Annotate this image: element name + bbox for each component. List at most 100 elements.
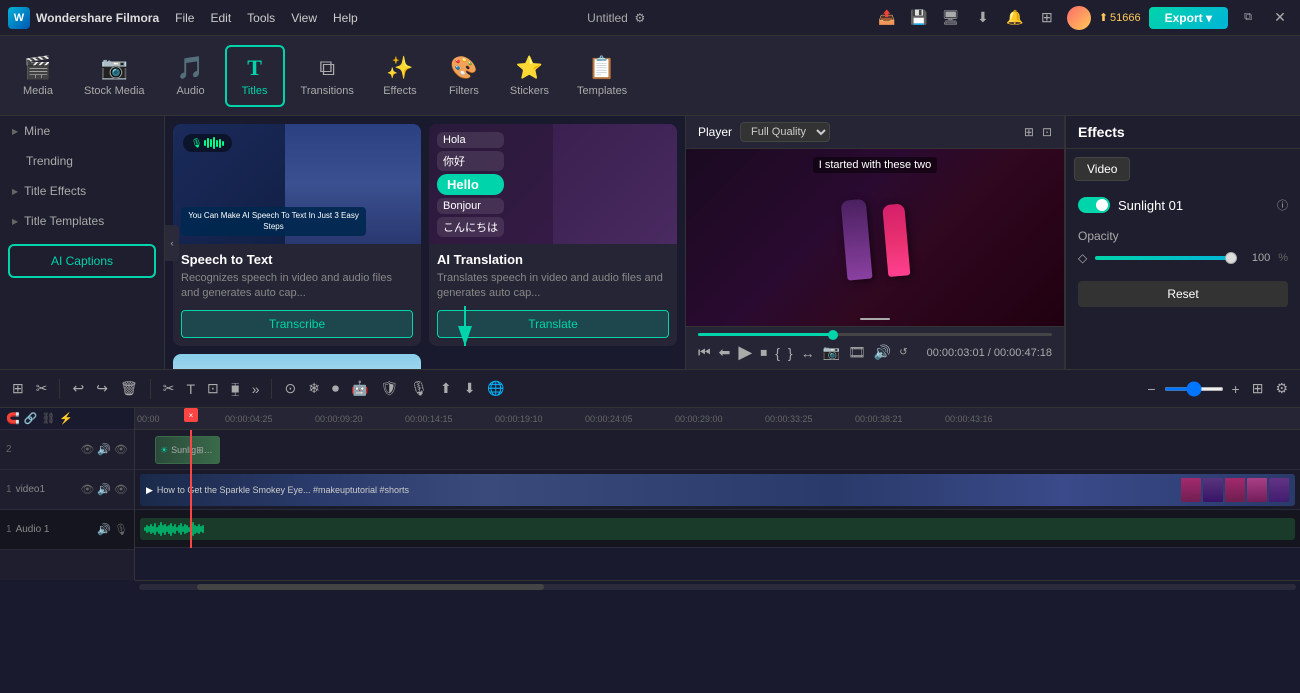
zoom-slider[interactable] (1164, 387, 1224, 391)
record-icon[interactable]: ⏺ (328, 378, 343, 399)
stop-icon[interactable]: ⏹ (760, 344, 767, 361)
effect-toggle[interactable] (1078, 197, 1110, 213)
close-icon[interactable]: ✕ (1268, 6, 1292, 30)
timeline-scrollbar[interactable] (135, 580, 1300, 592)
download-icon[interactable]: ⬇ (971, 6, 995, 30)
track-audio-vol-icon[interactable]: 🔊 (97, 523, 111, 536)
mask-icon[interactable]: ⧯ (227, 378, 244, 399)
rotate-icon[interactable]: ↺ (899, 347, 907, 358)
sunlight-clip[interactable]: ☀ Sunlig⊞t 01 (155, 436, 220, 464)
redo-icon[interactable]: ↪ (92, 378, 112, 399)
import-icon[interactable]: ⬇ (460, 378, 480, 399)
progress-bar[interactable] (698, 333, 1052, 336)
menu-tools[interactable]: Tools (247, 11, 275, 25)
fullscreen-icon[interactable]: ⊡ (1042, 125, 1052, 139)
notification-icon[interactable]: 🔔 (1003, 6, 1027, 30)
track-eye-icon[interactable]: 👁 (80, 443, 94, 456)
third-card[interactable]: Your Text Here (173, 354, 421, 369)
opacity-section: Opacity ◇ 100 % (1066, 221, 1300, 273)
tool-stickers[interactable]: ⭐ Stickers (498, 47, 561, 105)
tool-titles[interactable]: T Titles (225, 45, 285, 107)
ai-track-icon[interactable]: ⚡ (59, 412, 73, 425)
freeze-icon[interactable]: ❄ (304, 378, 324, 399)
ai-icon[interactable]: 🤖 (347, 378, 372, 399)
delete-icon[interactable]: 🗑 (116, 378, 142, 399)
menu-file[interactable]: File (175, 11, 194, 25)
link-icon[interactable]: 🔗 (24, 412, 38, 425)
sidebar-item-mine[interactable]: ▶ Mine (0, 116, 164, 146)
tool-stock-media[interactable]: 📷 Stock Media (72, 47, 157, 105)
apps-icon[interactable]: ⊞ (1035, 6, 1059, 30)
undo-icon[interactable]: ↩ (68, 378, 88, 399)
grid-tl-icon[interactable]: ⊞ (1248, 378, 1268, 399)
menu-view[interactable]: View (291, 11, 317, 25)
shield-icon[interactable]: 🛡 (376, 378, 402, 399)
save-icon[interactable]: 💾 (907, 6, 931, 30)
menu-help[interactable]: Help (333, 11, 358, 25)
bubble-hello: Hello (437, 174, 504, 195)
ai-translation-card[interactable]: Hola 你好 Hello Bonjour こんにちは AI Translati… (429, 124, 677, 346)
mark-in-icon[interactable]: { (775, 345, 780, 361)
zoom-in-icon[interactable]: + (1228, 379, 1244, 399)
tool-audio[interactable]: 🎵 Audio (161, 47, 221, 105)
motion-icon[interactable]: ⊙ (280, 378, 300, 399)
opacity-diamond[interactable]: ◇ (1078, 251, 1087, 265)
video-tab[interactable]: Video (1074, 157, 1130, 181)
reset-button[interactable]: Reset (1078, 281, 1288, 307)
translate-tl-icon[interactable]: 🌐 (483, 378, 508, 399)
audio-clip[interactable] (140, 518, 1295, 540)
grid-view-icon[interactable]: ⊞ (1024, 125, 1034, 139)
track-lock-icon[interactable]: 🔊 (97, 443, 111, 456)
track-hide-icon-2[interactable]: 👁 (114, 483, 128, 496)
export-button[interactable]: Export ▾ (1149, 7, 1228, 29)
opacity-slider[interactable] (1095, 256, 1237, 260)
restore-icon[interactable]: ⧉ (1236, 6, 1260, 30)
main-video-clip[interactable]: ▶ How to Get the Sparkle Smokey Eye... #… (140, 474, 1295, 506)
tool-effects[interactable]: ✨ Effects (370, 47, 430, 105)
sidebar-item-title-templates[interactable]: ▶ Title Templates (0, 206, 164, 236)
zoom-out-icon[interactable]: − (1143, 379, 1159, 399)
opacity-row: ◇ 100 % (1078, 251, 1288, 265)
speech-to-text-card[interactable]: 🎙 You Can Make AI Speec (173, 124, 421, 346)
render-icon[interactable]: 🎞 (848, 344, 866, 361)
crop-icon[interactable]: ✂ (32, 378, 52, 399)
user-avatar[interactable] (1067, 6, 1091, 30)
text-icon[interactable]: T (182, 379, 199, 399)
crop-tool-icon[interactable]: ⊡ (203, 378, 223, 399)
effect-info-icon[interactable]: ⓘ (1277, 197, 1288, 213)
snapshot-icon[interactable]: 📷 (823, 344, 840, 361)
track-audio-mic-icon[interactable]: 🎙 (114, 523, 128, 536)
tool-filters[interactable]: 🎨 Filters (434, 47, 494, 105)
track-hide-icon[interactable]: 👁 (114, 443, 128, 456)
play-icon[interactable]: ▶ (738, 342, 752, 363)
frame-back-icon[interactable]: ⬅ (719, 344, 731, 361)
skip-back-icon[interactable]: ⏮ (698, 344, 711, 361)
extract-icon[interactable]: ⬆ (436, 378, 456, 399)
settings-tl-icon[interactable]: ⚙ (1271, 378, 1292, 399)
unlink-icon[interactable]: ⛓ (41, 412, 55, 425)
sidebar-item-trending[interactable]: Trending (0, 146, 164, 176)
volume-icon[interactable]: 🔊 (874, 344, 891, 361)
player-tab[interactable]: Player (698, 125, 732, 139)
range-icon[interactable]: ↔ (801, 345, 815, 361)
track-row-audio (135, 510, 1300, 548)
cut-icon[interactable]: ✂ (159, 378, 179, 399)
split-view-icon[interactable]: ⊞ (8, 378, 28, 399)
tool-templates[interactable]: 📋 Templates (565, 47, 639, 105)
quality-select[interactable]: Full Quality 1/2 Quality 1/4 Quality (740, 122, 830, 142)
mark-out-icon[interactable]: } (788, 345, 793, 361)
track-eye-icon-2[interactable]: 👁 (80, 483, 94, 496)
tool-transitions[interactable]: ⧉ Transitions (289, 47, 366, 105)
sidebar-item-title-effects[interactable]: ▶ Title Effects (0, 176, 164, 206)
tool-media[interactable]: 🎬 Media (8, 47, 68, 105)
ai-captions-button[interactable]: AI Captions (8, 244, 156, 278)
menu-edit[interactable]: Edit (210, 11, 231, 25)
translate-button[interactable]: Translate (437, 310, 669, 338)
transcribe-button[interactable]: Transcribe (181, 310, 413, 338)
monitor-icon[interactable]: 🖥 (939, 6, 963, 30)
track-vol-icon-2[interactable]: 🔊 (97, 483, 111, 496)
magnet-icon[interactable]: 🧲 (6, 412, 20, 425)
share-icon[interactable]: 📤 (875, 6, 899, 30)
mic-tl-icon[interactable]: 🎙 (406, 378, 432, 399)
more-tools-icon[interactable]: » (248, 379, 264, 399)
